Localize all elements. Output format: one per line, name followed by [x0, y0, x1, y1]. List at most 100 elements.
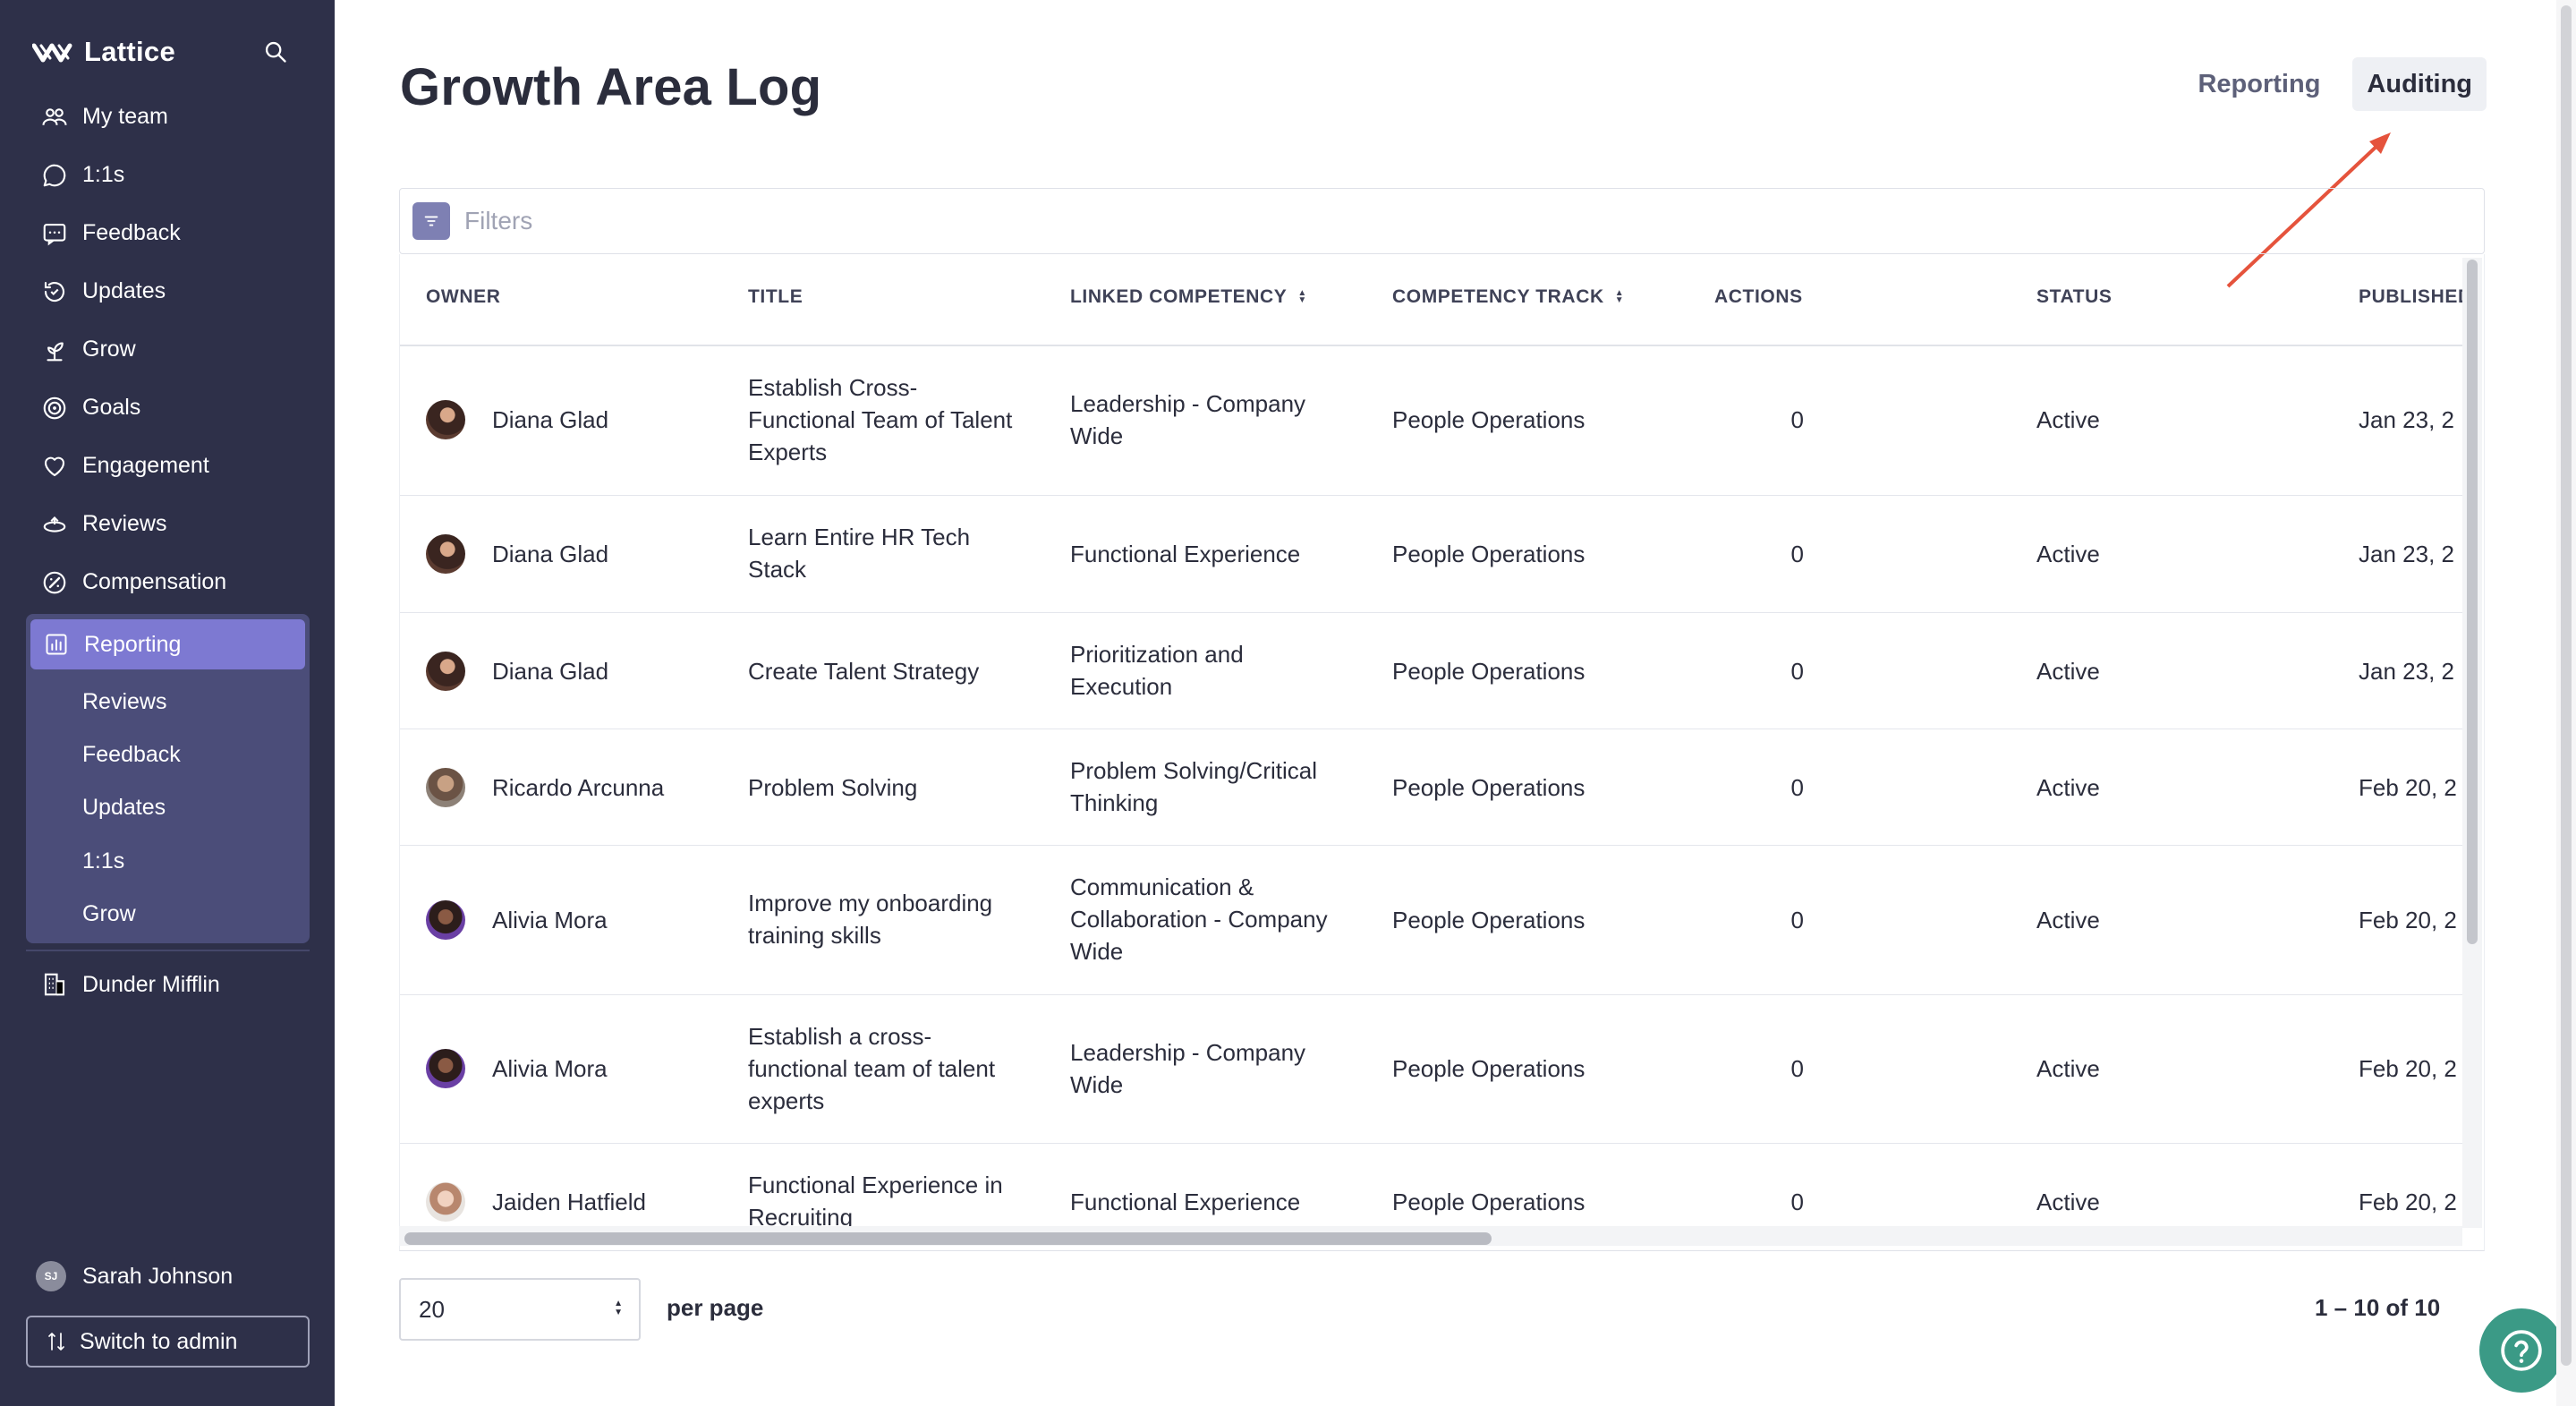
sort-icon[interactable]: ▲ ▼ [1615, 289, 1625, 305]
table-row[interactable]: Ricardo Arcunna Problem Solving Problem … [400, 729, 2467, 846]
sidebar-item-updates[interactable]: Updates [0, 262, 335, 320]
sidebar-item-grow[interactable]: Grow [0, 320, 335, 379]
tab-reporting[interactable]: Reporting [2183, 57, 2334, 111]
title-cell[interactable]: Functional Experience in Recruiting [748, 1169, 1034, 1233]
table-row[interactable]: Diana Glad Create Talent Strategy Priori… [400, 613, 2467, 729]
table-row[interactable]: Alivia Mora Establish a cross-functional… [400, 995, 2467, 1144]
switch-arrows-icon [48, 1333, 64, 1351]
updates-icon [39, 277, 70, 307]
owner-name: Diana Glad [492, 658, 609, 685]
actions-cell: 0 [1790, 658, 1804, 685]
filters-placeholder: Filters [464, 207, 533, 234]
reporting-sub-updates[interactable]: Updates [82, 789, 166, 825]
building-icon [39, 969, 70, 1000]
sidebar-item-feedback[interactable]: Feedback [0, 204, 335, 262]
status-cell: Active [2036, 1189, 2100, 1215]
avatar [426, 1182, 465, 1222]
title-cell[interactable]: Create Talent Strategy [748, 655, 1016, 687]
reporting-sub-grow[interactable]: Grow [82, 896, 136, 932]
owner-name: Alivia Mora [492, 907, 608, 933]
sidebar-item-engagement[interactable]: Engagement [0, 437, 335, 495]
owner-cell: Alivia Mora [426, 1049, 608, 1088]
actions-cell: 0 [1790, 907, 1804, 933]
track-cell: People Operations [1392, 907, 1586, 933]
column-header-actions[interactable]: ACTIONS [1714, 286, 1803, 308]
sidebar-item-label: Feedback [82, 220, 181, 245]
owner-cell: Diana Glad [426, 652, 608, 691]
sidebar-search-button[interactable] [259, 36, 292, 68]
table-row[interactable]: Diana Glad Learn Entire HR Tech Stack Fu… [400, 496, 2467, 613]
status-cell: Active [2036, 541, 2100, 567]
column-header-status[interactable]: STATUS [2036, 286, 2112, 308]
reporting-sub-1-1s[interactable]: 1:1s [82, 843, 124, 879]
status-cell: Active [2036, 658, 2100, 685]
sidebar-item-reporting[interactable]: Reporting [30, 619, 305, 669]
sidebar: Lattice My team 1:1s Feedback Updates Gr… [0, 0, 335, 1406]
lattice-logo[interactable]: Lattice [32, 34, 175, 70]
sidebar-item-label: My team [82, 104, 168, 129]
column-header-title[interactable]: TITLE [748, 286, 803, 308]
sidebar-item-compensation[interactable]: Compensation [0, 553, 335, 611]
column-header-published[interactable]: PUBLISHED [2359, 286, 2472, 308]
filter-icon [424, 216, 438, 226]
sidebar-item-label: Dunder Mifflin [82, 971, 220, 997]
title-cell[interactable]: Establish a cross-functional team of tal… [748, 1020, 1016, 1117]
table-horizontal-scroll-thumb[interactable] [404, 1232, 1492, 1245]
feedback-icon [39, 218, 70, 249]
table-header: OWNER TITLE LINKED COMPETENCY ▲ ▼ COMPETEN… [400, 254, 2471, 346]
avatar [426, 900, 465, 940]
switch-to-admin-button[interactable]: Switch to admin [26, 1316, 310, 1368]
owner-name: Diana Glad [492, 406, 609, 433]
published-cell: Jan 23, 2 [2359, 658, 2454, 685]
competency-cell: Prioritization and Execution [1070, 641, 1244, 700]
column-header-owner[interactable]: OWNER [426, 286, 501, 308]
column-header-linked-competency[interactable]: LINKED COMPETENCY ▲ ▼ [1070, 286, 1307, 308]
competency-cell: Problem Solving/Critical Thinking [1070, 757, 1317, 816]
sort-icon[interactable]: ▲ ▼ [1297, 289, 1307, 305]
reporting-nav-group: Reporting Reviews Feedback Updates 1:1s … [26, 614, 310, 943]
sidebar-item-1-1s[interactable]: 1:1s [0, 146, 335, 204]
owner-cell: Jaiden Hatfield [426, 1182, 646, 1222]
table-row[interactable]: Alivia Mora Improve my onboarding traini… [400, 846, 2467, 995]
sidebar-item-goals[interactable]: Goals [0, 379, 335, 437]
tab-auditing[interactable]: Auditing [2352, 57, 2487, 111]
owner-name: Ricardo Arcunna [492, 774, 665, 801]
sidebar-nav: My team 1:1s Feedback Updates Grow Goals… [0, 88, 335, 611]
reporting-sub-feedback[interactable]: Feedback [82, 737, 181, 772]
owner-name: Jaiden Hatfield [492, 1189, 646, 1215]
track-cell: People Operations [1392, 658, 1586, 685]
brand-name: Lattice [84, 36, 176, 67]
owner-cell: Diana Glad [426, 400, 608, 439]
filters-bar[interactable]: Filters [399, 188, 2485, 254]
table-row[interactable]: Diana Glad Establish Cross-Functional Te… [400, 346, 2467, 496]
column-label: TITLE [748, 286, 803, 307]
status-cell: Active [2036, 1055, 2100, 1082]
sidebar-item-label: Reporting [84, 631, 182, 657]
published-cell: Feb 20, 2 [2359, 774, 2457, 801]
status-cell: Active [2036, 774, 2100, 801]
title-cell[interactable]: Learn Entire HR Tech Stack [748, 521, 1016, 585]
column-header-competency-track[interactable]: COMPETENCY TRACK ▲ ▼ [1392, 286, 1624, 308]
owner-name: Alivia Mora [492, 1055, 608, 1082]
current-user[interactable]: SJ Sarah Johnson [36, 1260, 233, 1292]
title-cell[interactable]: Improve my onboarding training skills [748, 887, 1016, 951]
competency-cell: Leadership - Company Wide [1070, 390, 1306, 449]
reporting-sub-reviews[interactable]: Reviews [82, 684, 166, 720]
page-vertical-scroll-thumb[interactable] [2561, 5, 2572, 1366]
help-button[interactable] [2479, 1308, 2563, 1393]
track-cell: People Operations [1392, 1189, 1586, 1215]
sidebar-item-organization[interactable]: Dunder Mifflin [39, 967, 220, 1002]
track-cell: People Operations [1392, 774, 1586, 801]
table-vertical-scroll-thumb[interactable] [2467, 260, 2478, 944]
avatar [426, 1049, 465, 1088]
bar-chart-icon [41, 629, 72, 660]
title-cell[interactable]: Establish Cross-Functional Team of Talen… [748, 371, 1016, 468]
title-cell[interactable]: Problem Solving [748, 771, 1016, 804]
sidebar-item-reviews[interactable]: Reviews [0, 495, 335, 553]
sidebar-item-label: Engagement [82, 453, 209, 478]
filter-button[interactable] [412, 202, 450, 240]
status-cell: Active [2036, 907, 2100, 933]
sidebar-item-my-team[interactable]: My team [0, 88, 335, 146]
competency-cell: Functional Experience [1070, 1189, 1301, 1215]
per-page-select[interactable]: 20 ▲ ▼ [399, 1278, 641, 1341]
